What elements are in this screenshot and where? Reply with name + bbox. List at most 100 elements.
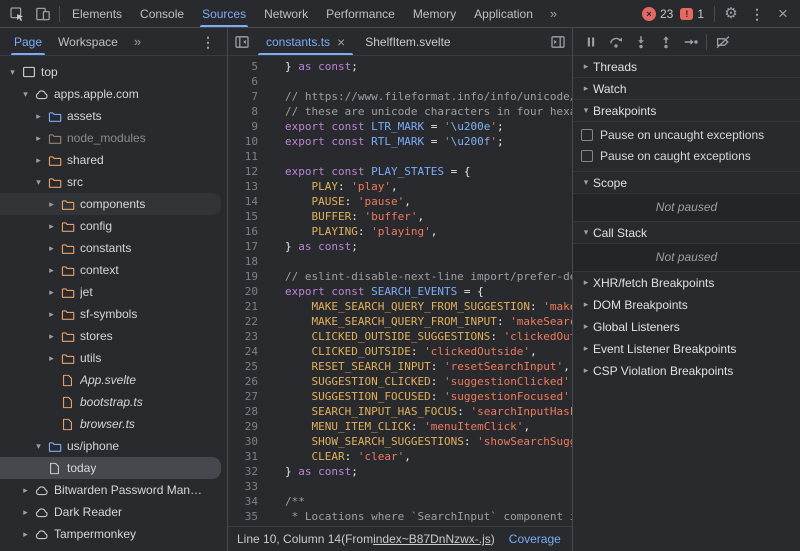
kebab-menu-icon[interactable]: ⋮ [744, 1, 770, 27]
code-line[interactable]: 35 * Locations where `SearchInput` compo… [228, 509, 572, 524]
code-editor[interactable]: 5} as const; 6 7 // https://www.fileformat.… [228, 56, 572, 526]
breakpoint-gutter[interactable] [258, 344, 285, 359]
tree-item-app-svelte[interactable]: App.svelte [0, 369, 221, 391]
tree-item-sf-symbols[interactable]: ▸ sf-symbols [0, 303, 221, 325]
breakpoint-gutter[interactable] [258, 224, 285, 239]
breakpoint-gutter[interactable] [258, 434, 285, 449]
line-number[interactable]: 5 [228, 59, 258, 74]
tree-item-components[interactable]: ▸ components [0, 193, 221, 215]
code-line[interactable]: 12 export const PLAY_STATES = { [228, 164, 572, 179]
line-number[interactable]: 32 [228, 464, 258, 479]
breakpoint-gutter[interactable] [258, 149, 285, 164]
code-line[interactable]: 9 export const LTR_MARK = '\u200e'; [228, 119, 572, 134]
tree-item-context[interactable]: ▸ context [0, 259, 221, 281]
chevron-right-icon[interactable]: ▸ [45, 265, 58, 276]
tree-item-assets[interactable]: ▸ assets [0, 105, 221, 127]
panel-tab-elements[interactable]: Elements [63, 0, 131, 27]
tree-item-tampermonkey[interactable]: ▸ Tampermonkey [0, 523, 221, 545]
chevron-right-icon[interactable]: ▸ [19, 485, 32, 496]
panel-tab-performance[interactable]: Performance [317, 0, 404, 27]
code-line[interactable]: 26 SUGGESTION_CLICKED: 'suggestionClicke… [228, 374, 572, 389]
chevron-right-icon[interactable]: ▸ [45, 221, 58, 232]
line-number[interactable]: 10 [228, 134, 258, 149]
chevron-right-icon[interactable]: ▸ [45, 309, 58, 320]
breakpoint-gutter[interactable] [258, 359, 285, 374]
chevron-right-icon[interactable]: ▸ [45, 353, 58, 364]
more-panels-icon[interactable]: » [542, 6, 565, 21]
section-watch[interactable]: ▸ Watch [573, 78, 800, 100]
code-line[interactable]: 30 SHOW_SEARCH_SUGGESTIONS: 'showSearchS… [228, 434, 572, 449]
line-number[interactable]: 19 [228, 269, 258, 284]
code-line[interactable]: 16 PLAYING: 'playing', [228, 224, 572, 239]
line-number[interactable]: 22 [228, 314, 258, 329]
chevron-right-icon[interactable]: ▸ [32, 155, 45, 166]
tree-item-config[interactable]: ▸ config [0, 215, 221, 237]
chevron-right-icon[interactable]: ▸ [45, 287, 58, 298]
tab-page[interactable]: Page [6, 28, 50, 55]
more-navigator-tabs-icon[interactable]: » [126, 34, 149, 49]
tree-item-constants[interactable]: ▸ constants [0, 237, 221, 259]
tree-item-top[interactable]: ▾ top [0, 61, 221, 83]
breakpoint-gutter[interactable] [258, 479, 285, 494]
deactivate-breakpoints-icon[interactable] [710, 29, 735, 55]
line-number[interactable]: 30 [228, 434, 258, 449]
source-map-link[interactable]: index~B87DnNzwx-.js [373, 532, 491, 546]
tree-item-bitwarden-password-man[interactable]: ▸ Bitwarden Password Man… [0, 479, 221, 501]
hide-navigator-icon[interactable] [228, 28, 256, 55]
tree-item-browser-ts[interactable]: browser.ts [0, 413, 221, 435]
breakpoint-gutter[interactable] [258, 374, 285, 389]
chevron-right-icon[interactable]: ▸ [45, 331, 58, 342]
breakpoint-gutter[interactable] [258, 179, 285, 194]
code-line[interactable]: 18 [228, 254, 572, 269]
line-number[interactable]: 11 [228, 149, 258, 164]
breakpoint-gutter[interactable] [258, 419, 285, 434]
section-csp-violation-breakpoints[interactable]: ▸ CSP Violation Breakpoints [573, 360, 800, 382]
breakpoint-gutter[interactable] [258, 254, 285, 269]
line-number[interactable]: 13 [228, 179, 258, 194]
line-number[interactable]: 28 [228, 404, 258, 419]
line-number[interactable]: 33 [228, 479, 258, 494]
line-number[interactable]: 8 [228, 104, 258, 119]
line-number[interactable]: 16 [228, 224, 258, 239]
code-line[interactable]: 5} as const; [228, 59, 572, 74]
code-line[interactable]: 6 [228, 74, 572, 89]
code-line[interactable]: 21 MAKE_SEARCH_QUERY_FROM_SUGGESTION: 'm… [228, 299, 572, 314]
line-number[interactable]: 24 [228, 344, 258, 359]
editor-tab-shelfitem-svelte[interactable]: ShelfItem.svelte [355, 28, 460, 55]
code-line[interactable]: 10 export const RTL_MARK = '\u200f'; [228, 134, 572, 149]
section-breakpoints[interactable]: ▾ Breakpoints [573, 100, 800, 122]
section-call-stack[interactable]: ▾ Call Stack [573, 222, 800, 244]
breakpoint-gutter[interactable] [258, 239, 285, 254]
line-number[interactable]: 31 [228, 449, 258, 464]
chevron-right-icon[interactable]: ▸ [32, 111, 45, 122]
breakpoint-gutter[interactable] [258, 59, 285, 74]
section-threads[interactable]: ▸ Threads [573, 56, 800, 78]
line-number[interactable]: 15 [228, 209, 258, 224]
tree-item-today[interactable]: today [0, 457, 221, 479]
pause-script-icon[interactable] [578, 29, 603, 55]
breakpoint-gutter[interactable] [258, 314, 285, 329]
chevron-right-icon[interactable]: ▸ [45, 243, 58, 254]
step-into-icon[interactable] [628, 29, 653, 55]
tree-item-utils[interactable]: ▸ utils [0, 347, 221, 369]
editor-tab-constants-ts[interactable]: constants.ts × [256, 28, 355, 55]
coverage-link[interactable]: Coverage [509, 532, 561, 546]
line-number[interactable]: 34 [228, 494, 258, 509]
code-line[interactable]: 28 SEARCH_INPUT_HAS_FOCUS: 'searchInputH… [228, 404, 572, 419]
breakpoint-gutter[interactable] [258, 194, 285, 209]
code-line[interactable]: 11 [228, 149, 572, 164]
code-line[interactable]: 14 PAUSE: 'pause', [228, 194, 572, 209]
breakpoint-gutter[interactable] [258, 269, 285, 284]
checkbox-row-pause-on-caught-exceptions[interactable]: Pause on caught exceptions [581, 149, 792, 163]
section-event-listener-breakpoints[interactable]: ▸ Event Listener Breakpoints [573, 338, 800, 360]
code-line[interactable]: 31 CLEAR: 'clear', [228, 449, 572, 464]
settings-gear-icon[interactable]: ⚙ [718, 1, 744, 27]
show-debugger-sidebar-icon[interactable] [544, 28, 572, 55]
panel-tab-application[interactable]: Application [465, 0, 542, 27]
code-line[interactable]: 13 PLAY: 'play', [228, 179, 572, 194]
tab-close-icon[interactable]: × [337, 34, 345, 50]
breakpoint-gutter[interactable] [258, 284, 285, 299]
line-number[interactable]: 12 [228, 164, 258, 179]
panel-tab-console[interactable]: Console [131, 0, 193, 27]
code-line[interactable]: 19 // eslint-disable-next-line import/pre… [228, 269, 572, 284]
